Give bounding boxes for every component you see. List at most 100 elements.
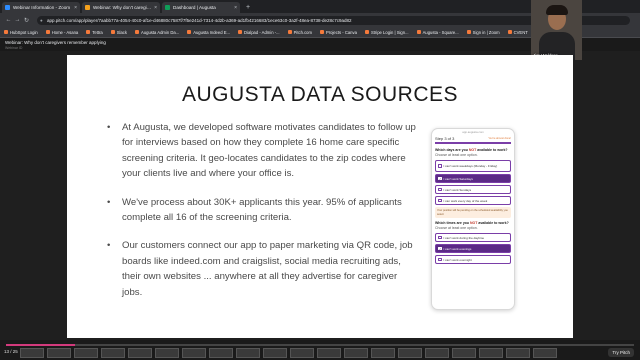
presenter-video[interactable]: Jim Waldron (531, 0, 582, 60)
presenter-hair (546, 5, 568, 15)
phone-question-hint: Choose at least one option. (435, 152, 478, 157)
checkbox-icon (438, 257, 442, 262)
bookmark-item[interactable]: Slack (110, 30, 127, 35)
browser-tab-pitch[interactable]: Webinar: Why don't caregiver... × (82, 2, 160, 13)
bookmark-item[interactable]: HubSpot Login (4, 30, 38, 35)
slide-thumbnail[interactable] (533, 348, 557, 358)
checkbox-icon (438, 164, 442, 168)
bullet-item: Our customers connect our app to paper m… (107, 238, 417, 300)
bookmark-icon (110, 30, 115, 34)
bookmark-item[interactable]: Projects - Canva (319, 30, 357, 35)
reload-icon[interactable]: ↻ (22, 17, 31, 24)
bookmark-icon (4, 30, 8, 34)
slide-thumbnail[interactable] (47, 348, 71, 358)
bookmark-icon (237, 30, 242, 34)
slide-thumbnails (20, 348, 560, 358)
page-indicator: 13 / 25 (4, 349, 18, 354)
slide-thumbnail[interactable] (398, 348, 422, 358)
try-pitch-button[interactable]: Try Pitch (608, 348, 634, 357)
slide-thumbnail[interactable] (371, 348, 395, 358)
phone-note: Your position will be pending on the sch… (435, 207, 511, 218)
slide-thumbnail[interactable] (506, 348, 530, 358)
phone-step-row: Step 3 of 3 You're almost done! (432, 135, 514, 142)
slide-thumbnail[interactable] (74, 348, 98, 358)
bullet-list: At Augusta, we developed software motiva… (107, 120, 417, 313)
bullet-item: We've process about 30K+ applicants this… (107, 195, 417, 226)
bookmark-icon (86, 30, 91, 34)
slide-thumbnail[interactable] (290, 348, 314, 358)
bookmark-icon (287, 30, 292, 34)
slide-thumbnail[interactable] (263, 348, 287, 358)
tab-title: Webinar Information - Zoom (13, 5, 71, 10)
slide-thumbnail[interactable] (452, 348, 476, 358)
back-icon[interactable]: ← (4, 17, 13, 23)
bookmark-icon (507, 30, 512, 34)
slide-thumbnail[interactable] (155, 348, 179, 358)
phone-question-days: Which days are you NOT available to work… (435, 148, 508, 157)
tab-title: Webinar: Why don't caregiver... (93, 5, 153, 10)
bookmark-item[interactable]: CVENT (507, 30, 528, 35)
slide-thumbnail[interactable] (101, 348, 125, 358)
bookmark-item[interactable]: Stripe Login | Sign... (364, 30, 409, 35)
slide-thumbnail[interactable] (209, 348, 233, 358)
checkbox-checked-icon: ✓ (438, 176, 442, 181)
slide-thumbnail[interactable] (479, 348, 503, 358)
phone-progress-fill (435, 142, 511, 144)
bookmark-item[interactable]: Augusta - Square... (416, 30, 459, 35)
phone-progress-bar (435, 142, 511, 144)
bookmark-item[interactable]: Augusta Indeed E... (187, 30, 230, 35)
bullet-item: At Augusta, we developed software motiva… (107, 120, 417, 182)
url-text: app.pitch.com/app/player/7aabb77a-4054-4… (47, 17, 352, 23)
bookmark-item[interactable]: Home - Asana (45, 30, 78, 35)
browser-tab-augusta[interactable]: Dashboard | Augusta × (162, 2, 240, 13)
phone-option: I can work every day of the week (435, 196, 511, 206)
checkbox-icon (438, 187, 442, 192)
new-tab-button[interactable]: + (242, 2, 254, 13)
player-controls: 13 / 25 Try Pitch (0, 340, 640, 360)
bookmark-item[interactable]: Pitch.com (287, 30, 312, 35)
slide-thumbnail[interactable] (425, 348, 449, 358)
bookmark-item[interactable]: Dialpad - Admin -... (237, 30, 280, 35)
meeting-subtitle: Webinar ID (5, 46, 23, 50)
phone-step-note: You're almost done! (488, 137, 511, 140)
augusta-icon (165, 5, 170, 10)
browser-tab-zoom[interactable]: Webinar Information - Zoom × (2, 2, 80, 13)
phone-option: I can't work Sundays (435, 185, 511, 195)
slide-title: AUGUSTA DATA SOURCES (181, 83, 459, 106)
slide-thumbnail[interactable] (317, 348, 341, 358)
slide-thumbnail[interactable] (182, 348, 206, 358)
bookmark-icon (466, 30, 471, 34)
phone-option: I can't work during the daytime (435, 233, 511, 243)
bookmark-icon (135, 30, 139, 34)
phone-option: I can't work overnight (435, 255, 511, 265)
presentation-slide: AUGUSTA DATA SOURCES At Augusta, we deve… (67, 55, 573, 338)
close-icon[interactable]: × (234, 5, 237, 11)
bookmark-item[interactable]: Augusta Admin Da... (135, 30, 179, 35)
close-icon[interactable]: × (74, 5, 77, 11)
slide-thumbnail[interactable] (236, 348, 260, 358)
bookmark-item[interactable]: Sign in | Zoom (466, 30, 500, 35)
checkbox-checked-icon: ✓ (438, 246, 442, 251)
screen: Webinar Information - Zoom × Webinar: Wh… (0, 0, 640, 360)
tab-title: Dashboard | Augusta (173, 5, 216, 10)
pitch-icon (85, 5, 90, 10)
phone-option: I can't work weekdays (Monday - Friday) (435, 160, 511, 173)
zoom-icon (5, 5, 10, 10)
phone-question-times: Which times are you NOT available to wor… (435, 221, 509, 230)
phone-option-selected: ✓ I can't work Saturdays (435, 174, 511, 184)
bookmark-icon (45, 30, 50, 34)
slide-progress-bar[interactable] (6, 344, 634, 346)
phone-mockup: app.augusta.com Step 3 of 3 You're almos… (431, 128, 515, 310)
slide-thumbnail[interactable] (128, 348, 152, 358)
bookmark-icon (187, 30, 192, 34)
bookmark-icon (319, 30, 324, 34)
bookmark-item[interactable]: Tettra (86, 30, 103, 35)
phone-step: Step 3 of 3 (435, 136, 455, 141)
bookmark-icon (416, 30, 421, 34)
phone-option-selected: ✓ I can't work evenings (435, 244, 511, 254)
slide-thumbnail[interactable] (20, 348, 44, 358)
slide-thumbnail[interactable] (344, 348, 368, 358)
close-icon[interactable]: × (154, 5, 157, 11)
checkbox-icon (438, 198, 442, 203)
forward-icon[interactable]: → (13, 17, 22, 23)
